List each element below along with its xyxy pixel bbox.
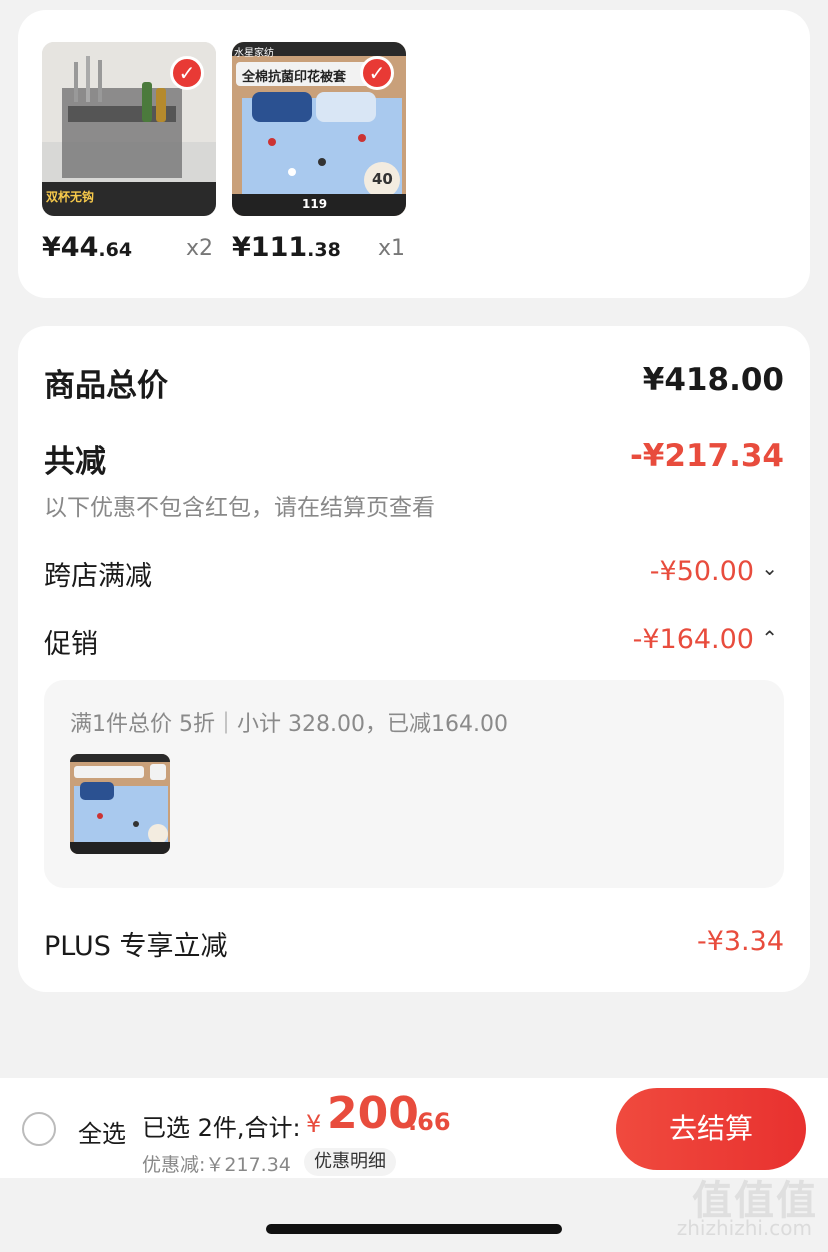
checkout-bar: 全选 已选 2件,合计: ¥ 200 .66 优惠减:￥217.34 优惠明细 … [0,1078,828,1178]
bedding-brand-text: 水星家纺 [234,48,274,59]
promo-product-image[interactable] [70,754,170,854]
bedding-price-text: 119 [302,197,328,211]
discount-detail-button[interactable]: 优惠明细 [304,1148,396,1176]
plus-label: PLUS 专享立减 [44,931,228,962]
bedding-title-text: 全棉抗菌印花被套 [242,70,347,85]
product-rack-image[interactable]: 双杯无钩 ✓ [42,42,216,216]
home-indicator[interactable] [266,1224,562,1234]
cross-store-label[interactable]: 跨店满减 [44,554,152,593]
product-bedding-qty[interactable]: x1 [378,236,405,261]
product-rack[interactable]: 双杯无钩 ✓ [42,42,216,216]
checkout-button[interactable]: 去结算 [616,1088,806,1170]
selected-count-text: 已选 2件,合计: [142,1114,301,1142]
total-symbol: ¥ [306,1110,322,1138]
bedding-badge-text: 40 [372,170,393,188]
chevron-down-icon[interactable]: ⌄ [761,556,778,580]
watermark-url: zhizhizhi.com [676,1216,812,1240]
plus-value: -¥3.34 [696,926,784,957]
product-rack-qty[interactable]: x2 [186,236,213,261]
reduce-label: 共减 [44,444,106,480]
price-int: ¥44 [42,232,99,263]
rack-badge-text: 双杯无钩 [46,190,95,204]
product-bedding[interactable]: 水星家纺 全棉抗菌印花被套 40 119 ✓ [232,42,406,216]
product-rack-check-icon[interactable]: ✓ [170,56,204,90]
cart-items-card: 双杯无钩 ✓ ¥44.64 x2 水星家纺 全棉抗菌印花被套 40 119 ✓ … [18,10,810,298]
total-amount-dec: .66 [408,1108,451,1136]
product-bedding-check-icon[interactable]: ✓ [360,56,394,90]
product-bedding-price: ¥111.38 [232,232,341,263]
discount-text: 优惠减:￥217.34 [142,1154,291,1176]
reduce-value: -¥217.34 [629,438,784,474]
promo-value[interactable]: -¥164.00 [633,624,754,655]
select-all-radio[interactable] [22,1112,56,1146]
total-amount-int: 200 [327,1088,419,1139]
promo-detail-box: 满1件总价 5折｜小计 328.00，已减164.00 [44,680,784,888]
price-dec: .64 [98,239,133,261]
total-price-value: ¥418.00 [642,362,784,398]
chevron-up-icon[interactable]: ⌃ [761,626,778,650]
promo-detail-text: 满1件总价 5折｜小计 328.00，已减164.00 [70,712,508,737]
price-dec: .38 [307,239,341,261]
product-bedding-image[interactable]: 水星家纺 全棉抗菌印花被套 40 119 ✓ [232,42,406,216]
product-rack-price: ¥44.64 [42,232,132,263]
total-price-label: 商品总价 [44,368,168,404]
reduce-note: 以下优惠不包含红包，请在结算页查看 [44,495,435,521]
price-summary-card: 商品总价 ¥418.00 共减 -¥217.34 以下优惠不包含红包，请在结算页… [18,326,810,992]
price-int: ¥111 [232,232,308,263]
cross-store-value[interactable]: -¥50.00 [650,556,754,587]
promo-label[interactable]: 促销 [44,622,98,661]
select-all-label[interactable]: 全选 [78,1114,126,1149]
